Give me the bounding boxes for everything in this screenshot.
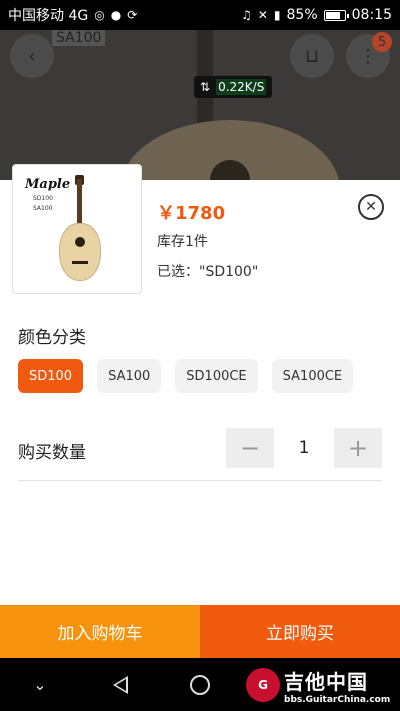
color-options: SD100 SA100 SD100CE SA100CE [18, 359, 354, 393]
quantity-section-title: 购买数量 [18, 443, 86, 463]
color-option-sa100[interactable]: SA100 [97, 359, 162, 393]
close-icon: ✕ [365, 199, 377, 215]
background-model-label: SA100 [52, 30, 106, 46]
cart-icon: ⊔ [304, 45, 320, 67]
stock-count: 库存1件 [157, 234, 208, 250]
sync-icon: ⟳ [127, 8, 138, 22]
mute-icon: ✕ [257, 8, 268, 22]
guitar-bridge [72, 261, 88, 264]
signal-icon: ▮ [273, 8, 281, 22]
network-speed-indicator: ⇅ 0.22K/S [194, 76, 273, 98]
back-arrow-icon: ‹ [28, 45, 36, 67]
section-divider [18, 480, 382, 481]
network-speed-value: 0.22K/S [216, 79, 267, 95]
thumbnail-text-sa100: SA100 [33, 205, 53, 212]
background-product-page: SA100 ‹ ⊔ ⋮ 5 ⇅ 0.22K/S [0, 30, 400, 180]
headphones-icon: ♫ [241, 8, 252, 22]
add-to-cart-button[interactable]: 加入购物车 [0, 605, 200, 658]
color-option-sa100ce[interactable]: SA100CE [271, 359, 354, 393]
increase-quantity-button[interactable]: + [334, 428, 382, 468]
decrease-quantity-button[interactable]: − [226, 428, 274, 468]
color-option-sd100ce[interactable]: SD100CE [175, 359, 258, 393]
back-triangle-icon [112, 675, 128, 694]
color-option-sd100[interactable]: SD100 [18, 359, 84, 393]
thumbnail-text-sd100: SD100 [33, 195, 53, 202]
cart-badge: 5 [372, 32, 392, 52]
carrier-label: 中国移动 4G [8, 8, 89, 24]
product-price: ￥1780 [157, 203, 226, 224]
watermark-subtitle: bbs.GuitarChina.com [284, 694, 391, 705]
guitar-body [59, 223, 101, 281]
cart-button[interactable]: ⊔ [290, 34, 334, 78]
status-bar: 中国移动 4G ◎ ● ⟳ ♫ ✕ ▮ 85% 08:15 [0, 0, 400, 30]
color-section-title: 颜色分类 [18, 328, 86, 348]
transfer-arrows-icon: ⇅ [200, 80, 211, 94]
watermark: G 吉他中国 bbs.GuitarChina.com [246, 662, 396, 708]
product-thumbnail: Maple SD100 SA100 [12, 164, 142, 294]
app-notification-icon: ● [110, 8, 122, 22]
guitarchina-logo: G [246, 668, 280, 702]
clock: 08:15 [351, 7, 392, 23]
battery-percent: 85% [286, 7, 318, 23]
nav-collapse-button[interactable]: ⌄ [0, 675, 80, 694]
nav-back-button[interactable] [80, 675, 160, 694]
thumbnail-logo: Maple [25, 177, 71, 192]
action-bar: 加入购物车 立即购买 [0, 605, 400, 658]
chevron-down-icon: ⌄ [33, 675, 47, 694]
close-button[interactable]: ✕ [358, 194, 384, 220]
watermark-title: 吉他中国 [284, 669, 368, 694]
quantity-value[interactable]: 1 [274, 438, 334, 458]
back-button[interactable]: ‹ [10, 34, 54, 78]
wifi-icon: ◎ [94, 8, 105, 22]
guitar-soundhole [75, 237, 85, 247]
quantity-stepper: − 1 + [226, 428, 382, 468]
battery-icon [323, 9, 349, 21]
nav-home-button[interactable] [160, 674, 240, 695]
buy-now-button[interactable]: 立即购买 [200, 605, 400, 658]
sku-selection-sheet: Maple SD100 SA100 ￥1780 库存1件 已选："SD100" … [0, 164, 400, 605]
home-circle-icon [190, 674, 210, 695]
selected-variant: 已选："SD100" [157, 264, 259, 280]
